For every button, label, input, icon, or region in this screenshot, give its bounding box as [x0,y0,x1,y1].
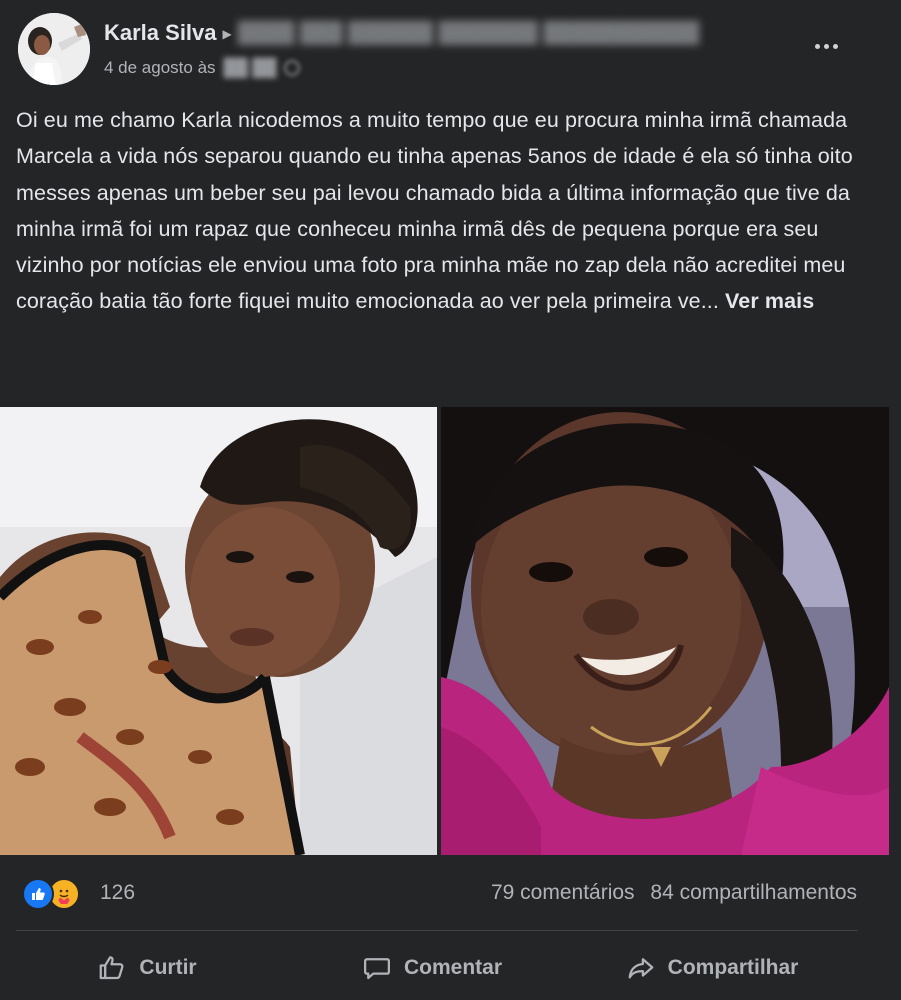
photo-grid [0,407,901,855]
blurred-time: ██:██ [223,58,277,77]
like-icon [22,878,54,910]
thumbs-up-icon [100,956,124,980]
post-stats: 79 comentários 84 compartilhamentos [481,881,857,905]
see-more-link[interactable]: Ver mais [725,289,814,313]
like-label: Curtir [139,956,197,979]
post-body: Oi eu me chamo Karla nicodemos a muito t… [16,108,853,314]
avatar[interactable] [18,13,90,85]
share-icon [628,958,654,979]
photo-left[interactable] [0,407,437,855]
photo-right[interactable] [441,407,889,855]
share-count[interactable]: 84 compartilhamentos [650,881,857,904]
share-button[interactable]: Compartilhar [562,940,862,996]
post-date[interactable]: 4 de agosto às [104,58,216,78]
reaction-count[interactable]: 126 [100,881,135,905]
dot-icon [814,43,820,49]
caret-right-icon: ▶ [222,27,232,41]
dot-icon [832,43,838,49]
reaction-icons[interactable] [22,878,80,910]
blurred-group-name: ████ ███ ██████ ███████ ███████████ [237,21,700,44]
share-label: Compartilhar [667,956,799,979]
divider [16,930,858,931]
dot-icon [823,43,829,49]
comment-label: Comentar [403,956,503,979]
reactions-bar: 126 79 comentários 84 compartilhamentos [0,868,901,918]
post-header: Karla Silva ▶ ████ ███ ██████ ███████ ██… [0,0,901,100]
author-name[interactable]: Karla Silva [104,20,217,46]
post-text: Oi eu me chamo Karla nicodemos a muito t… [16,102,876,320]
more-options-button[interactable] [808,32,844,60]
comment-icon [363,958,390,980]
globe-icon [284,60,301,76]
comment-button[interactable]: Comentar [302,940,562,996]
like-button[interactable]: Curtir [0,940,302,996]
comment-count[interactable]: 79 comentários [491,881,635,904]
action-bar: Curtir Comentar Compartilhar [0,940,901,996]
